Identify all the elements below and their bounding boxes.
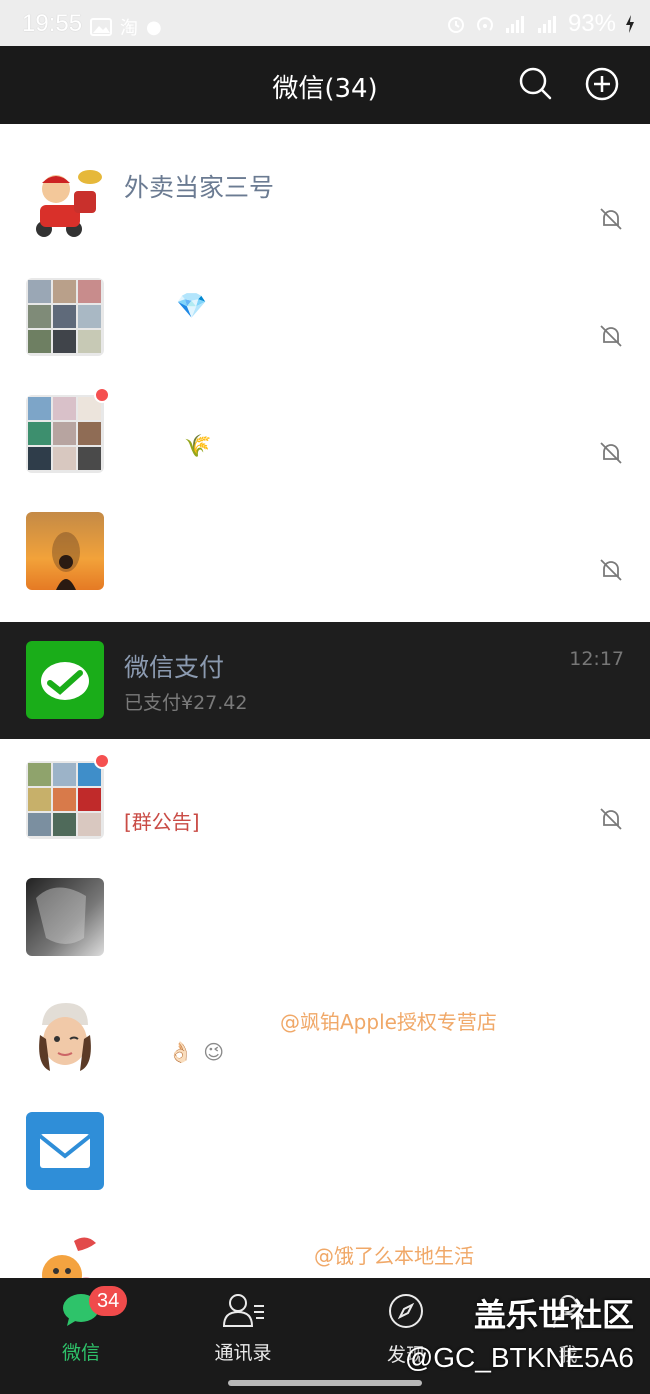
avatar [26, 1229, 104, 1278]
mail-avatar [26, 1112, 104, 1190]
chat-item[interactable]: 🌾 [0, 376, 650, 493]
chat-list[interactable]: 外卖当家三号 💎 🌾 微信支付 已支付¥27.42 12:17 [群公告] @飒… [0, 124, 650, 1278]
chat-preview: 已支付¥27.42 [124, 692, 248, 714]
chat-preview: 🌾 [184, 434, 212, 459]
chat-time: 12:17 [569, 648, 624, 670]
status-time: 19:55 [22, 10, 83, 37]
group-avatar [26, 395, 104, 473]
dot-icon: ● [146, 16, 162, 38]
tab-contacts[interactable]: 通讯录 [183, 1292, 303, 1365]
chat-item[interactable]: 💎 [0, 259, 650, 376]
contacts-icon [222, 1294, 264, 1327]
chat-item[interactable] [0, 493, 650, 610]
watermark-handle: @GC_BTKNE5A6 [404, 1342, 634, 1373]
chat-name: 外卖当家三号 [124, 173, 275, 202]
chat-item[interactable]: [群公告] [0, 742, 650, 859]
home-indicator[interactable] [228, 1380, 422, 1386]
search-icon [519, 67, 552, 100]
avatar [26, 995, 104, 1073]
chat-item[interactable]: 外卖当家三号 [0, 142, 650, 259]
watermark-title: 盖乐世社区 [473, 1296, 634, 1334]
chat-name: @飒铂Apple授权专营店 [280, 1010, 497, 1034]
chat-item[interactable]: @飒铂Apple授权专营店 👌🏻 😉 [0, 976, 650, 1093]
status-left-icons: 淘 ● [90, 14, 162, 40]
chat-name: @饿了么本地生活 [314, 1244, 474, 1268]
status-bar: 19:55 淘 ● 93% [0, 0, 650, 46]
chat-item[interactable] [0, 1093, 650, 1210]
alarm-icon [447, 17, 464, 33]
hd-signal-icon [505, 16, 524, 33]
tab-chats[interactable]: 34 微信 [21, 1286, 141, 1365]
chat-item[interactable]: @饿了么本地生活 [0, 1210, 650, 1278]
chat-preview: 👌🏻 😉 [168, 1040, 227, 1064]
tab-label: 微信 [61, 1342, 100, 1364]
add-button[interactable] [582, 64, 622, 104]
chat-item-wechat-pay[interactable]: 微信支付 已支付¥27.42 12:17 [0, 622, 650, 739]
unread-badge: 34 [89, 1286, 128, 1316]
battery-level: 93% [567, 10, 616, 37]
image-icon [90, 18, 112, 36]
charging-icon [626, 15, 634, 33]
muted-bell-icon [600, 559, 622, 581]
chat-item[interactable] [0, 859, 650, 976]
group-avatar [26, 761, 104, 839]
muted-bell-icon [600, 442, 622, 464]
chat-name: 💎 [176, 291, 208, 320]
search-button[interactable] [516, 64, 556, 104]
4g-signal-icon [537, 16, 556, 33]
unread-dot [94, 387, 110, 403]
chat-name: 微信支付 [124, 653, 225, 682]
avatar [26, 161, 104, 239]
plus-circle-icon [585, 67, 619, 101]
muted-bell-icon [600, 325, 622, 347]
app-header: 微信(34) [0, 46, 650, 124]
tab-label: 通讯录 [214, 1342, 272, 1364]
wechat-pay-avatar [26, 641, 104, 719]
avatar [26, 878, 104, 956]
group-avatar [26, 278, 104, 356]
avatar [26, 512, 104, 590]
hotspot-icon [477, 17, 493, 31]
taobao-icon: 淘 [120, 18, 138, 39]
status-right-icons: 93% [446, 10, 636, 38]
muted-bell-icon [600, 808, 622, 830]
chat-preview: [群公告] [124, 810, 200, 834]
muted-bell-icon [600, 208, 622, 230]
watermark: 盖乐世社区 @GC_BTKNE5A6 [405, 1290, 634, 1374]
unread-dot [94, 753, 110, 769]
chat-item[interactable] [0, 124, 650, 136]
